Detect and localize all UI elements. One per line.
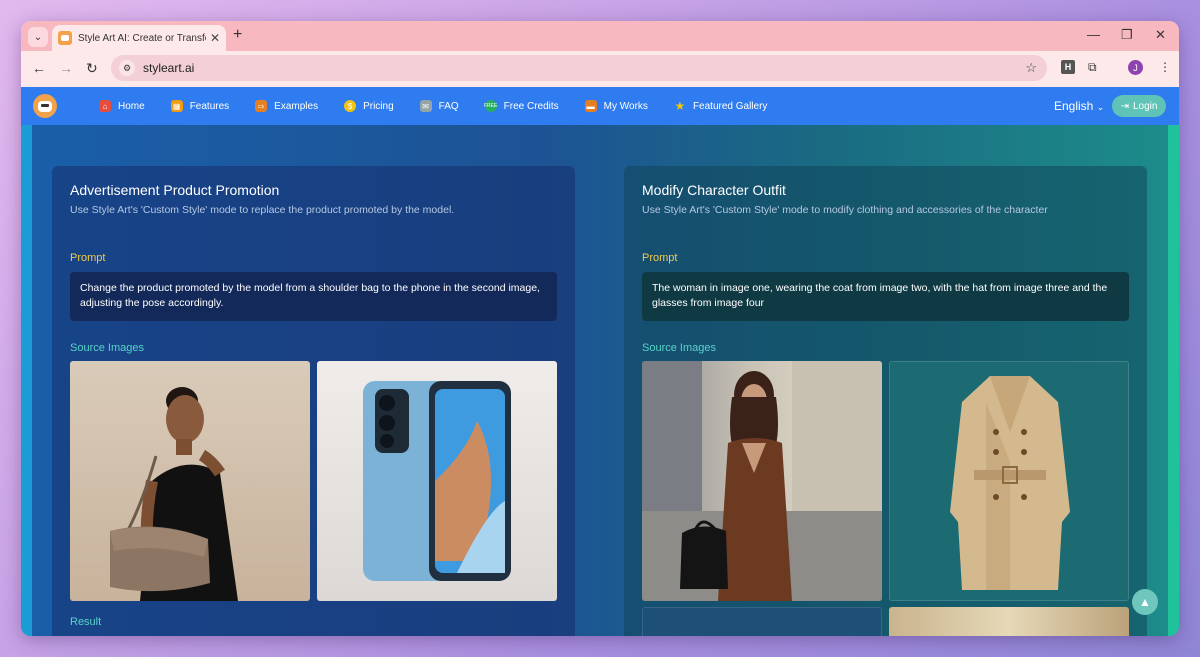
nav-label: Examples [274, 100, 319, 112]
tab-title: Style Art AI: Create or Transform [78, 32, 206, 44]
grid-icon: ▦ [170, 100, 183, 112]
tab-search-button[interactable]: ⌄ [28, 27, 48, 47]
forward-icon[interactable]: → [59, 60, 73, 76]
folder-icon: ▬ [584, 100, 597, 112]
browser-window: ⌄ Style Art AI: Create or Transform ✕ + … [21, 21, 1179, 636]
nav-home[interactable]: ⌂ Home [99, 100, 145, 112]
source-images [70, 361, 557, 601]
prompt-text: Change the product promoted by the model… [70, 272, 557, 321]
nav-pricing[interactable]: $ Pricing [344, 100, 394, 112]
site-nav: ⌂ Home ▦ Features ⇨ Examples $ Pricing ✉… [99, 87, 767, 125]
main-content: Advertisement Product Promotion Use Styl… [21, 125, 1179, 636]
prompt-label: Prompt [642, 252, 678, 264]
card-title: Advertisement Product Promotion [70, 182, 280, 198]
restore-icon[interactable]: ❐ [1121, 27, 1133, 43]
styleart-logo-icon[interactable] [33, 94, 57, 118]
prompt-label: Prompt [70, 252, 106, 264]
nav-label: Free Credits [503, 100, 559, 112]
card-title: Modify Character Outfit [642, 182, 786, 198]
free-badge-icon: FREE [484, 100, 497, 112]
source-images-label: Source Images [642, 342, 716, 354]
new-tab-button[interactable]: + [233, 26, 242, 44]
site-favicon-icon [58, 31, 72, 45]
prompt-text: The woman in image one, wearing the coat… [642, 272, 1129, 321]
chevron-down-icon: ⌄ [33, 31, 43, 43]
reload-icon[interactable]: ↻ [86, 60, 98, 77]
result-label: Result [70, 616, 102, 628]
browser-toolbar: ← → ↻ ⚙ styleart.ai ☆ H ⧉ J ⋮ [21, 51, 1179, 87]
rocket-icon: ▲ [1139, 595, 1151, 609]
example-card-ad-promotion: Advertisement Product Promotion Use Styl… [52, 166, 575, 636]
nav-features[interactable]: ▦ Features [170, 100, 230, 112]
nav-examples[interactable]: ⇨ Examples [255, 100, 318, 112]
back-icon[interactable]: ← [32, 60, 46, 76]
address-bar[interactable]: ⚙ styleart.ai ☆ [111, 55, 1047, 81]
minimize-icon[interactable]: — [1087, 27, 1100, 42]
source-image-hat[interactable] [642, 607, 882, 636]
nav-label: Home [118, 100, 145, 112]
source-image-trench-coat[interactable] [889, 361, 1129, 601]
extensions-puzzle-icon[interactable]: ⧉ [1088, 60, 1097, 75]
card-description: Use Style Art's 'Custom Style' mode to r… [70, 204, 455, 216]
site-settings-icon[interactable]: ⚙ [119, 60, 135, 76]
close-tab-icon[interactable]: ✕ [210, 31, 220, 45]
star-icon: ★ [674, 99, 686, 113]
nav-label: Pricing [363, 100, 394, 112]
nav-label: Features [189, 100, 230, 112]
login-button[interactable]: ⇥ Login [1112, 95, 1166, 117]
card-description: Use Style Art's 'Custom Style' mode to m… [642, 204, 1048, 216]
close-window-icon[interactable]: ✕ [1155, 27, 1166, 43]
example-card-outfit: Modify Character Outfit Use Style Art's … [624, 166, 1147, 636]
source-image-glasses[interactable] [889, 607, 1129, 636]
nav-faq[interactable]: ✉ FAQ [419, 100, 459, 112]
language-selector[interactable]: English ⌄ [1054, 99, 1104, 113]
source-image-woman-street[interactable] [642, 361, 882, 601]
url-text: styleart.ai [143, 61, 195, 75]
nav-featured-gallery[interactable]: ★ Featured Gallery [674, 99, 768, 113]
nav-my-works[interactable]: ▬ My Works [584, 100, 648, 112]
menu-kebab-icon[interactable]: ⋮ [1159, 60, 1171, 74]
site-header: ⌂ Home ▦ Features ⇨ Examples $ Pricing ✉… [21, 87, 1179, 125]
extension-h-icon[interactable]: H [1061, 60, 1075, 74]
browser-tab[interactable]: Style Art AI: Create or Transform ✕ [52, 25, 226, 51]
home-icon: ⌂ [99, 100, 111, 112]
chevron-down-icon: ⌄ [1096, 102, 1105, 112]
language-label: English [1054, 99, 1094, 113]
signpost-icon: ⇨ [255, 100, 268, 112]
scroll-to-top-rocket-button[interactable]: ▲ [1132, 589, 1158, 615]
nav-label: FAQ [438, 100, 459, 112]
nav-free-credits[interactable]: FREE Free Credits [484, 100, 559, 112]
profile-avatar[interactable]: J [1128, 60, 1143, 75]
tab-strip: ⌄ Style Art AI: Create or Transform ✕ + … [21, 21, 1179, 51]
nav-label: My Works [603, 100, 648, 112]
nav-label: Featured Gallery [692, 100, 768, 112]
dollar-icon: $ [344, 100, 357, 112]
source-image-phone[interactable] [317, 361, 557, 601]
bookmark-star-icon[interactable]: ☆ [1025, 60, 1037, 76]
source-images-label: Source Images [70, 342, 144, 354]
login-label: Login [1132, 100, 1158, 112]
login-arrow-icon: ⇥ [1120, 100, 1129, 112]
source-images [642, 361, 1129, 636]
chat-icon: ✉ [419, 100, 432, 112]
source-image-model-with-bag[interactable] [70, 361, 310, 601]
